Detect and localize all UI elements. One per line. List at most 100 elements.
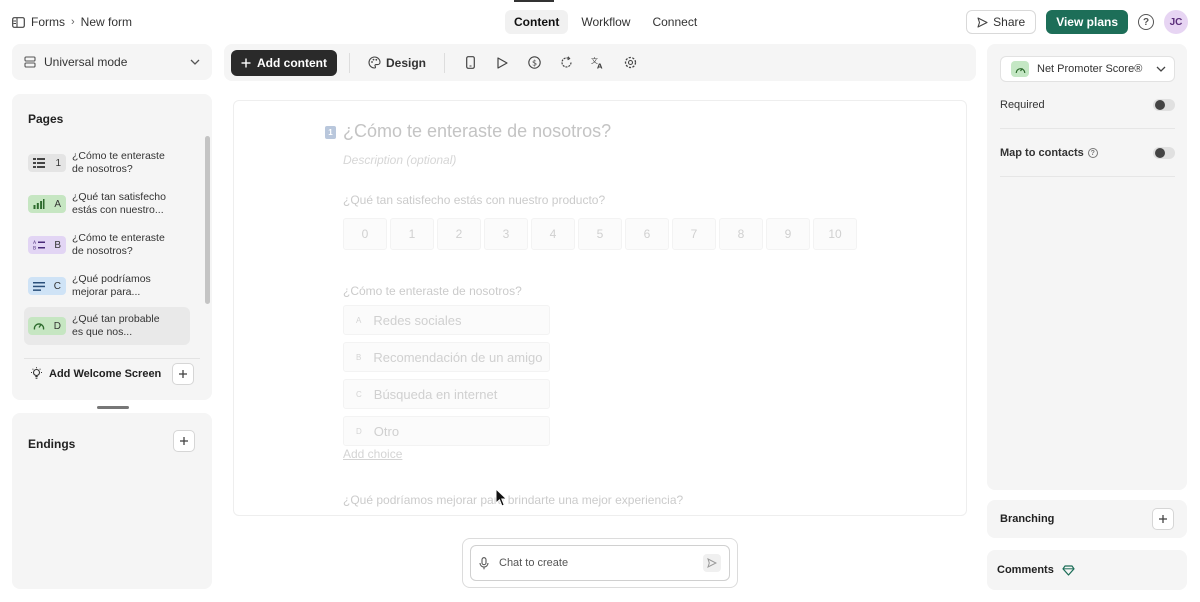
page-title: ¿Cómo te enteraste de nosotros?: [72, 232, 165, 258]
nps-option[interactable]: 7: [672, 218, 716, 250]
page-key: C: [53, 280, 61, 292]
mode-select[interactable]: Universal mode: [12, 44, 212, 80]
send-icon: [707, 558, 717, 568]
required-toggle[interactable]: [1153, 99, 1175, 111]
page-title-line1: ¿Cómo te enteraste: [72, 232, 165, 244]
pages-panel: Pages 1 ¿Cómo te enteraste de nosotros? …: [12, 94, 212, 400]
avatar[interactable]: JC: [1164, 10, 1188, 34]
tab-content[interactable]: Content: [505, 10, 569, 34]
chevron-down-icon: [190, 59, 200, 65]
chevron-right-icon: ›: [71, 16, 75, 28]
add-welcome-screen[interactable]: Add Welcome Screen: [24, 358, 200, 388]
send-button[interactable]: [703, 554, 721, 572]
choice-option[interactable]: D Otro: [343, 416, 550, 446]
page-title-line1: ¿Qué tan probable: [72, 313, 160, 325]
breadcrumb-forms-link[interactable]: Forms: [31, 15, 65, 29]
choice-label: Búsqueda en internet: [373, 386, 498, 402]
question-number-badge: 1: [325, 126, 336, 139]
choice-label: Recomendación de un amigo: [373, 349, 543, 365]
plus-icon: [1159, 515, 1167, 523]
tab-workflow[interactable]: Workflow: [572, 10, 639, 34]
info-icon[interactable]: ?: [1087, 148, 1098, 158]
page-item-d[interactable]: D ¿Qué tan probable es que nos...: [24, 307, 190, 345]
add-welcome-button[interactable]: [172, 362, 194, 385]
choice-label: Redes sociales: [373, 312, 462, 328]
panel-resize-handle[interactable]: [97, 406, 129, 409]
nps-option[interactable]: 2: [437, 218, 481, 250]
page-title-line2: estás con nuestro...: [72, 204, 164, 216]
svg-text:$: $: [532, 59, 537, 68]
nps-option[interactable]: 1: [390, 218, 434, 250]
nps-option[interactable]: 6: [625, 218, 669, 250]
page-title-line1: ¿Qué tan satisfecho: [72, 191, 166, 203]
help-icon[interactable]: ?: [1138, 14, 1154, 30]
map-contacts-toggle[interactable]: [1153, 147, 1175, 159]
nps-option[interactable]: 9: [766, 218, 810, 250]
settings-icon[interactable]: [617, 50, 643, 76]
choice-option[interactable]: A Redes sociales: [343, 305, 550, 335]
refresh-icon[interactable]: [553, 50, 579, 76]
add-ending-button[interactable]: [173, 430, 195, 452]
design-button[interactable]: Design: [362, 56, 432, 70]
list-icon: 1: [28, 154, 66, 172]
choice-label: Otro: [373, 423, 400, 439]
branching-panel[interactable]: Branching: [987, 500, 1187, 538]
add-content-label: Add content: [257, 55, 327, 70]
nps-option[interactable]: 10: [813, 218, 857, 250]
comments-label: Comments: [997, 564, 1054, 576]
question-improve[interactable]: ¿Qué podríamos mejorar para brindarte un…: [343, 493, 683, 507]
question-title[interactable]: ¿Cómo te enteraste de nosotros?: [343, 121, 611, 142]
toolbar-divider: [349, 52, 350, 73]
chat-placeholder: Chat to create: [499, 557, 569, 569]
play-icon[interactable]: [489, 50, 515, 76]
page-item-a[interactable]: A ¿Qué tan satisfecho estás con nuestro.…: [24, 185, 190, 223]
add-choice-link[interactable]: Add choice: [343, 447, 402, 461]
page-item-b[interactable]: AB B ¿Cómo te enteraste de nosotros?: [24, 226, 190, 264]
bar-chart-icon: A: [28, 195, 66, 213]
editor-toolbar: Add content Design $ 文A: [224, 44, 976, 81]
mobile-preview-icon[interactable]: [457, 50, 483, 76]
view-plans-button[interactable]: View plans: [1046, 10, 1128, 34]
add-branch-button[interactable]: [1152, 508, 1174, 530]
question-satisfaction[interactable]: ¿Qué tan satisfecho estás con nuestro pr…: [343, 193, 605, 207]
toolbar-divider: [444, 52, 446, 73]
top-bar: Forms › New form Content Workflow Connec…: [0, 0, 1200, 44]
translate-icon[interactable]: 文A: [585, 50, 611, 76]
share-button[interactable]: Share: [966, 10, 1037, 34]
page-title: ¿Qué tan probable es que nos...: [72, 313, 160, 339]
page-item-c[interactable]: C ¿Qué podríamos mejorar para...: [24, 267, 190, 305]
nps-option[interactable]: 4: [531, 218, 575, 250]
nps-option[interactable]: 0: [343, 218, 387, 250]
question-how-found[interactable]: ¿Cómo te enteraste de nosotros?: [343, 284, 522, 298]
page-title-line2: de nosotros?: [72, 163, 133, 175]
chat-input[interactable]: Chat to create: [470, 545, 730, 581]
choice-option[interactable]: B Recomendación de un amigo: [343, 342, 550, 372]
nps-option[interactable]: 3: [484, 218, 528, 250]
lightbulb-icon: [31, 367, 42, 379]
active-tab-indicator: [514, 0, 554, 2]
form-preview-canvas[interactable]: 1 ¿Cómo te enteraste de nosotros? Descri…: [233, 100, 967, 516]
diamond-icon: [1062, 564, 1075, 576]
page-title: ¿Qué podríamos mejorar para...: [72, 273, 151, 299]
breadcrumb-current: New form: [80, 15, 133, 29]
question-type-select[interactable]: Net Promoter Score®: [1000, 56, 1175, 82]
welcome-label: Add Welcome Screen: [49, 367, 162, 380]
dollar-icon[interactable]: $: [521, 50, 547, 76]
choice-option[interactable]: C Búsqueda en internet: [343, 379, 550, 409]
page-item-1[interactable]: 1 ¿Cómo te enteraste de nosotros?: [24, 144, 190, 182]
choice-key: C: [356, 389, 362, 399]
map-contacts-setting: Map to contacts ?: [1000, 140, 1175, 166]
layers-icon: [24, 56, 36, 68]
add-content-button[interactable]: Add content: [231, 49, 337, 76]
microphone-icon[interactable]: [479, 556, 489, 570]
pages-title: Pages: [28, 112, 64, 126]
nps-option[interactable]: 8: [719, 218, 763, 250]
top-tabs: Content Workflow Connect: [505, 10, 706, 34]
pages-scrollbar[interactable]: [205, 136, 210, 304]
comments-panel[interactable]: Comments: [987, 550, 1187, 590]
question-settings-panel: Net Promoter Score® Required Map to cont…: [987, 44, 1187, 490]
nps-option[interactable]: 5: [578, 218, 622, 250]
question-description-input[interactable]: Description (optional): [343, 153, 456, 167]
tab-connect[interactable]: Connect: [643, 10, 706, 34]
svg-text:B: B: [33, 246, 36, 251]
